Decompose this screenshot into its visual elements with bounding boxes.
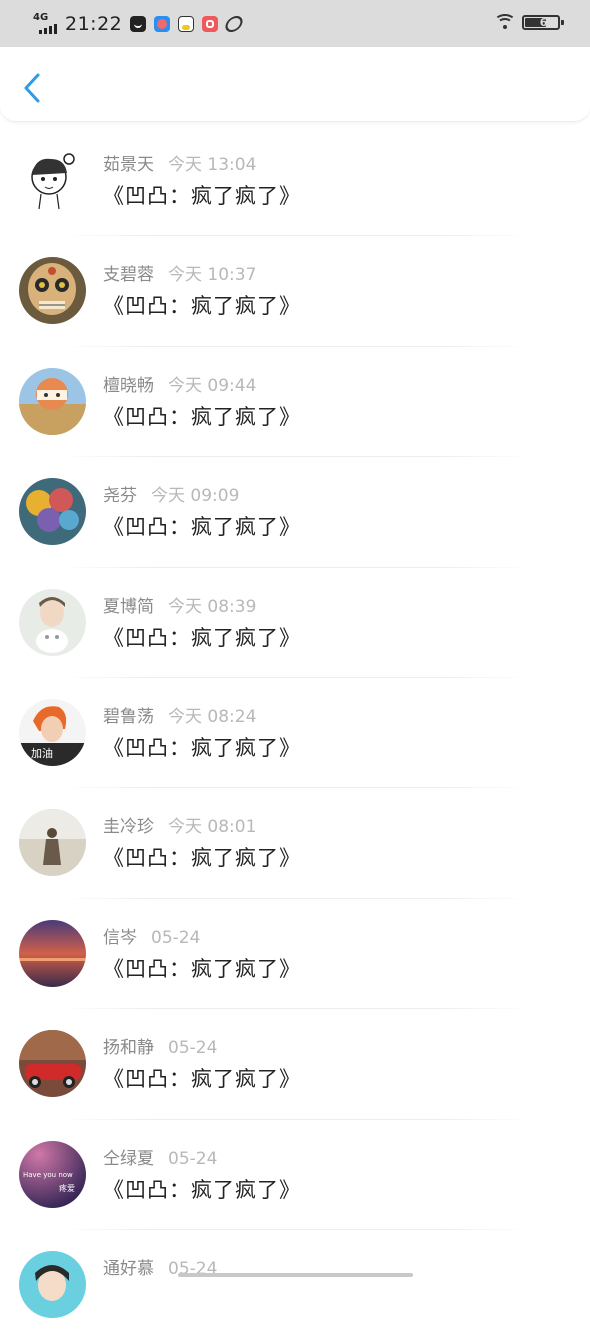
home-indicator[interactable]: [178, 1273, 413, 1277]
list-item[interactable]: 通好慕 05-24: [0, 1230, 590, 1340]
notification-app-icon: [154, 16, 171, 32]
user-name: 夏博简: [103, 596, 154, 617]
list-item[interactable]: 茹景天 今天 13:04 《凹凸：疯了疯了》: [0, 126, 590, 237]
user-name: 檀晓畅: [103, 375, 154, 396]
item-meta: 仝绿夏 05-24: [103, 1144, 217, 1169]
svg-text:Have you now: Have you now: [23, 1171, 73, 1179]
avatar: 加油: [19, 698, 86, 766]
message-text: 《凹凸：疯了疯了》: [103, 515, 301, 540]
status-time: 21:22: [65, 13, 123, 35]
message-text: 《凹凸：疯了疯了》: [103, 184, 301, 208]
message-text: 《凹凸：疯了疯了》: [103, 846, 301, 871]
wifi-icon: [494, 13, 516, 31]
message-time: 今天 08:39: [168, 596, 257, 617]
avatar: [19, 147, 86, 214]
list-item[interactable]: 扬和静 05-24 《凹凸：疯了疯了》: [0, 1009, 590, 1120]
cellular-signal-icon: 4G: [33, 12, 63, 36]
item-meta: 檀晓畅 今天 09:44: [103, 371, 256, 396]
user-name: 碧鲁荡: [103, 706, 154, 727]
svg-text:疼爱: 疼爱: [59, 1183, 75, 1193]
status-right: 61: [494, 13, 564, 31]
user-name: 支碧蓉: [103, 265, 154, 286]
user-name: 通好慕: [103, 1258, 154, 1279]
item-meta: 夏博简 今天 08:39: [103, 592, 256, 617]
user-name: 仝绿夏: [103, 1148, 154, 1169]
status-left: 4G 21:22: [33, 10, 250, 38]
avatar: [19, 919, 86, 987]
back-button[interactable]: [20, 71, 48, 105]
item-meta: 圭冷珍 今天 08:01: [103, 812, 256, 837]
avatar: [19, 257, 86, 325]
list-item[interactable]: 信岑 05-24 《凹凸：疯了疯了》: [0, 899, 590, 1010]
notification-app-icon: [178, 16, 195, 32]
message-text: 《凹凸：疯了疯了》: [103, 1177, 301, 1202]
avatar: [19, 1250, 86, 1318]
message-text: 《凹凸：疯了疯了》: [103, 404, 301, 429]
network-type: 4G: [33, 12, 49, 23]
message-time: 今天 08:24: [168, 706, 257, 727]
message-text: 《凹凸：疯了疯了》: [103, 735, 301, 760]
avatar: [19, 478, 86, 546]
user-name: 信岑: [103, 927, 137, 948]
item-meta: 茹景天 今天 13:04: [103, 150, 256, 175]
message-time: 05-24: [168, 1038, 218, 1059]
status-bar: 4G 21:22 61: [0, 0, 590, 47]
user-name: 尧芬: [103, 486, 137, 507]
message-time: 今天 09:44: [168, 375, 257, 396]
message-text: 《凹凸：疯了疯了》: [103, 625, 301, 650]
message-time: 今天 13:04: [168, 155, 257, 175]
avatar: [19, 588, 86, 656]
user-name: 茹景天: [103, 155, 154, 175]
message-time: 今天 10:37: [168, 265, 257, 286]
list-item[interactable]: 支碧蓉 今天 10:37 《凹凸：疯了疯了》: [0, 236, 590, 347]
item-meta: 支碧蓉 今天 10:37: [103, 260, 256, 285]
svg-text:加油: 加油: [31, 746, 53, 760]
message-time: 05-24: [151, 927, 201, 948]
list-item[interactable]: 夏博简 今天 08:39 《凹凸：疯了疯了》: [0, 568, 590, 678]
avatar: [19, 1030, 86, 1098]
avatar: [19, 809, 86, 877]
user-name: 扬和静: [103, 1038, 154, 1059]
item-meta: 扬和静 05-24: [103, 1033, 217, 1058]
battery-percent: 61: [539, 15, 555, 29]
list-item[interactable]: 檀晓畅 今天 09:44 《凹凸：疯了疯了》: [0, 347, 590, 458]
message-text: 《凹凸：疯了疯了》: [103, 1067, 301, 1092]
item-meta: 信岑 05-24: [103, 923, 200, 948]
chevron-left-icon: [24, 73, 40, 103]
battery-icon: 61: [522, 14, 564, 30]
avatar: Have you now 疼爱: [19, 1140, 86, 1208]
notification-app-icon: [202, 16, 219, 32]
message-time: 05-24: [168, 1148, 218, 1169]
item-meta: 尧芬 今天 09:09: [103, 481, 239, 506]
list-item[interactable]: 尧芬 今天 09:09 《凹凸：疯了疯了》: [0, 457, 590, 568]
message-text: 《凹凸：疯了疯了》: [103, 956, 301, 981]
top-nav-bar: [0, 47, 590, 122]
message-time: 今天 08:01: [168, 817, 257, 838]
list-item[interactable]: 加油 碧鲁荡 今天 08:24 《凹凸：疯了疯了》: [0, 678, 590, 789]
notification-app-icon: [130, 16, 147, 32]
list-item[interactable]: 圭冷珍 今天 08:01 《凹凸：疯了疯了》: [0, 788, 590, 899]
item-meta: 碧鲁荡 今天 08:24: [103, 702, 256, 727]
message-time: 今天 09:09: [151, 486, 240, 507]
message-list: 茹景天 今天 13:04 《凹凸：疯了疯了》 支碧蓉 今天 10:37 《凹凸：疯了…: [0, 126, 590, 1340]
user-name: 圭冷珍: [103, 817, 154, 838]
message-text: 《凹凸：疯了疯了》: [103, 294, 301, 319]
list-item[interactable]: Have you now 疼爱 仝绿夏 05-24 《凹凸：疯了疯了》: [0, 1120, 590, 1230]
avatar: [19, 367, 86, 435]
notification-app-icon: [223, 16, 246, 32]
